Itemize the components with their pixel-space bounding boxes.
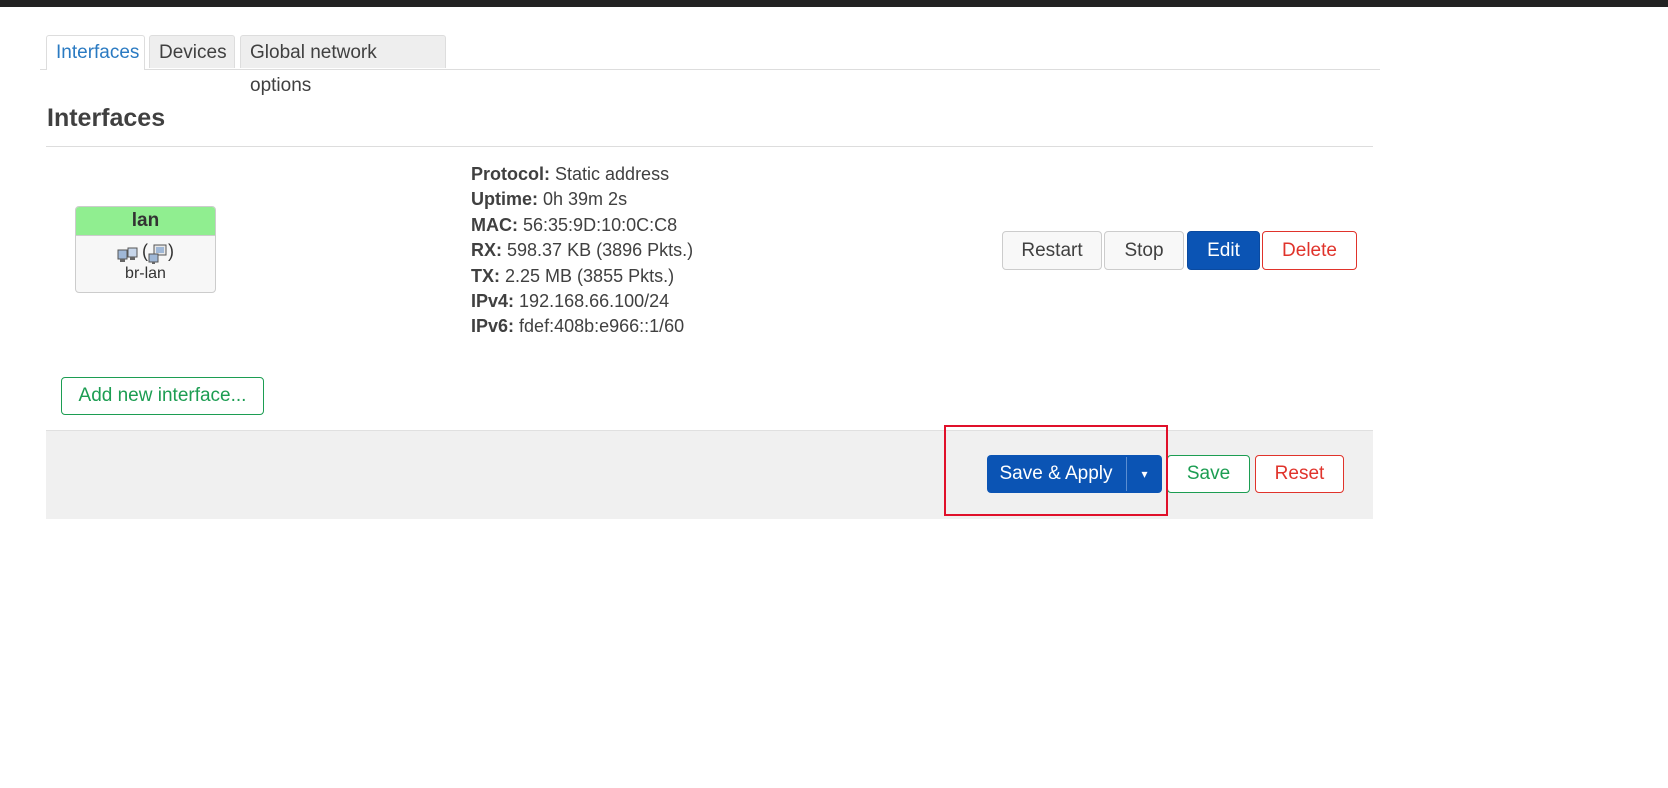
tab-devices[interactable]: Devices [149, 35, 235, 68]
detail-mac: MAC: 56:35:9D:10:0C:C8 [471, 214, 678, 235]
reset-button[interactable]: Reset [1255, 455, 1344, 493]
interface-name: lan [76, 207, 215, 236]
edit-button[interactable]: Edit [1187, 231, 1260, 270]
tab-interfaces[interactable]: Interfaces [46, 35, 145, 70]
stop-button[interactable]: Stop [1104, 231, 1184, 270]
interface-device: br-lan [125, 265, 166, 282]
delete-button[interactable]: Delete [1262, 231, 1357, 270]
tab-global-network-options[interactable]: Global network options [240, 35, 446, 96]
interface-badge: lan ( ) br-lan [75, 206, 216, 293]
save-apply-dropdown-toggle[interactable]: ▾ [1127, 455, 1162, 493]
detail-tx: TX: 2.25 MB (3855 Pkts.) [471, 265, 675, 286]
section-divider [46, 146, 1373, 147]
save-apply-button[interactable]: Save & Apply [987, 455, 1125, 493]
add-new-interface-button[interactable]: Add new interface... [61, 377, 264, 415]
detail-rx: RX: 598.37 KB (3896 Pkts.) [471, 240, 694, 261]
restart-button[interactable]: Restart [1002, 231, 1102, 270]
section-title: Interfaces [47, 104, 166, 132]
save-button[interactable]: Save [1167, 455, 1250, 493]
detail-uptime: Uptime: 0h 39m 2s [471, 189, 628, 210]
interface-icons: ( ) [76, 236, 215, 265]
interface-details: Protocol: Static address Uptime: 0h 39m … [471, 162, 693, 340]
paren-close: ) [168, 241, 174, 261]
detail-ipv4: IPv4: 192.168.66.100/24 [471, 291, 670, 312]
detail-ipv6: IPv6: fdef:408b:e966::1/60 [471, 316, 685, 337]
tab-bar: Interfaces Devices Global network option… [40, 35, 1380, 96]
ethernet-port-icon [117, 243, 138, 263]
bridge-icon [148, 243, 168, 265]
detail-protocol: Protocol: Static address [471, 164, 670, 184]
top-bar [0, 0, 1668, 7]
save-apply-button-group: Save & Apply ▾ [987, 455, 1162, 493]
